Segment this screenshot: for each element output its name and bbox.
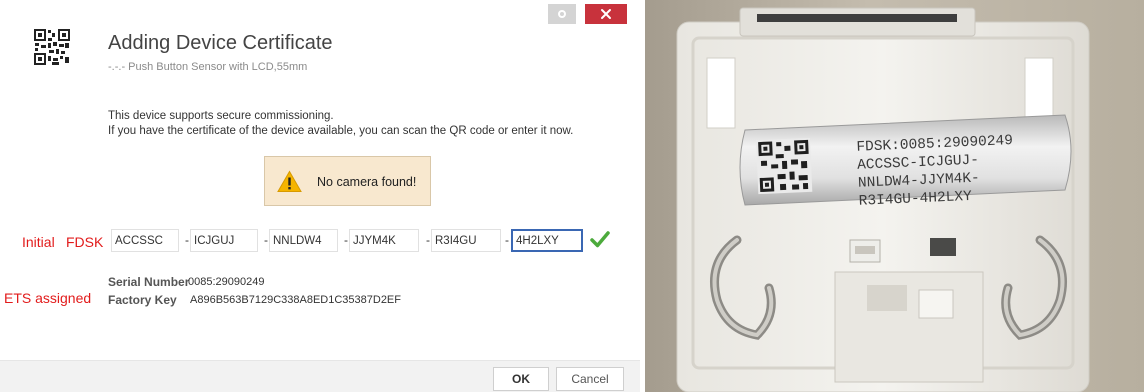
serial-number-value: 0085:29090249 [188, 276, 265, 288]
fdsk-separator: - [426, 233, 430, 247]
info-line-instructions: If you have the certificate of the devic… [108, 125, 574, 137]
device-photo: FDSK:0085:29090249 ACCSSC-ICJGUJ- NNLDW4… [645, 0, 1144, 392]
annotation-initial: Initial [22, 234, 55, 250]
check-icon [590, 231, 610, 248]
info-line-secure: This device supports secure commissionin… [108, 110, 334, 122]
fdsk-separator: - [185, 233, 189, 247]
dialog-title: Adding Device Certificate [108, 32, 333, 54]
fdsk-field-4[interactable] [349, 229, 419, 252]
warning-icon [277, 170, 302, 192]
settings-button[interactable] [548, 4, 576, 24]
cancel-button[interactable]: Cancel [556, 367, 624, 391]
fdsk-separator: - [264, 233, 268, 247]
close-button[interactable] [585, 4, 627, 24]
qr-code-icon [33, 28, 71, 66]
fdsk-field-3[interactable] [269, 229, 338, 252]
gear-icon [558, 10, 566, 18]
serial-number-label: Serial Number [108, 275, 190, 289]
device-subtitle: -.-.- Push Button Sensor with LCD,55mm [108, 61, 308, 73]
dialog-footer: OK Cancel [0, 360, 640, 392]
warning-text: No camera found! [317, 175, 417, 189]
fdsk-separator: - [505, 233, 509, 247]
add-device-certificate-dialog: Adding Device Certificate -.-.- Push But… [0, 0, 640, 392]
factory-key-label: Factory Key [108, 293, 177, 307]
factory-key-value: A896B563B7129C338A8ED1C35387D2EF [190, 294, 401, 306]
annotation-ets-assigned: ETS assigned [4, 290, 92, 306]
fdsk-field-1[interactable] [111, 229, 179, 252]
fdsk-field-5[interactable] [431, 229, 501, 252]
close-icon [601, 9, 611, 19]
no-camera-warning: No camera found! [264, 156, 431, 206]
fdsk-field-6[interactable] [511, 229, 583, 252]
fdsk-separator: - [344, 233, 348, 247]
ok-button[interactable]: OK [493, 367, 549, 391]
annotation-fdsk: FDSK [66, 234, 104, 250]
fdsk-field-2[interactable] [190, 229, 258, 252]
